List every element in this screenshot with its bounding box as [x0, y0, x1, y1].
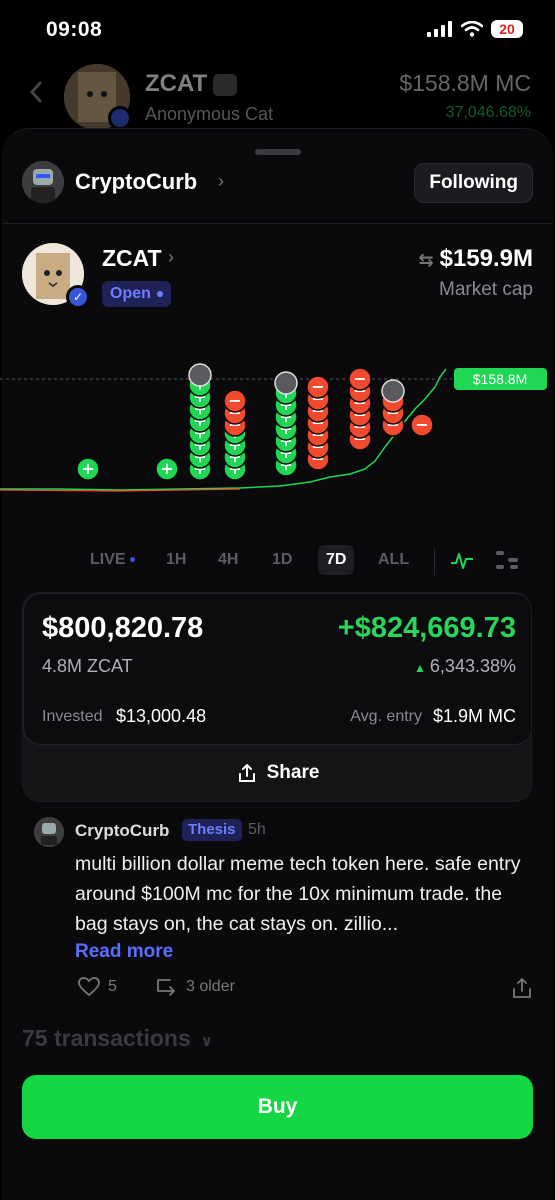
plus-icon: + — [160, 459, 173, 478]
thesis-author[interactable]: CryptoCurb — [75, 821, 169, 841]
market-cap-value: ⇆ $159.9M — [418, 245, 534, 272]
divider — [2, 223, 553, 224]
status-badge: Open — [102, 281, 171, 307]
like-count: 5 — [108, 978, 117, 995]
background-token-name: ZCAT — [145, 70, 238, 98]
verified-icon: ✓ — [66, 285, 90, 309]
trader-avatar-marker[interactable] — [274, 371, 298, 395]
timeframe-7d[interactable]: 7D — [318, 545, 355, 575]
minus-icon: − — [353, 369, 366, 388]
position-pnl: +$824,669.73 — [337, 612, 516, 644]
thesis-timestamp: 5h — [248, 821, 266, 838]
chevron-right-icon: › — [168, 247, 174, 267]
thesis-post: CryptoCurb Thesis 5h multi billion dolla… — [22, 815, 533, 1005]
token-name[interactable]: ZCAT — [102, 245, 162, 272]
trader-avatar-marker[interactable] — [381, 379, 405, 403]
background-token-subtitle: Anonymous Cat — [145, 104, 274, 124]
status-dot-icon — [156, 290, 163, 297]
position-value: $800,820.78 — [42, 612, 204, 644]
avg-entry-value: $1.9M MC — [432, 706, 516, 726]
creator-row[interactable]: CryptoCurb › Following — [22, 159, 533, 209]
swap-icon: ⇆ — [418, 250, 434, 270]
live-dot-icon — [129, 557, 135, 563]
thesis-author-avatar[interactable] — [34, 817, 64, 847]
minus-icon: − — [415, 415, 428, 434]
status-time: 09:08 — [46, 18, 103, 41]
thesis-actions: 5 3 older — [78, 977, 533, 1003]
read-more-link[interactable]: Read more — [75, 941, 173, 963]
up-triangle-icon: ▲ — [414, 661, 426, 675]
chevron-down-icon: ∨ — [200, 1033, 213, 1050]
minus-icon: − — [311, 377, 324, 396]
minus-icon: − — [228, 391, 241, 410]
position-sheet: CryptoCurb › Following ✓ ZCAT › Open ⇆ $1… — [0, 128, 555, 1200]
timeframe-1d[interactable]: 1D — [272, 545, 292, 575]
chevron-right-icon: › — [218, 171, 224, 191]
trader-avatar-marker[interactable] — [188, 363, 212, 387]
robot-avatar-icon — [34, 817, 64, 847]
token-row[interactable]: ✓ ZCAT › Open ⇆ $159.9M Market cap — [22, 241, 533, 311]
position-card: $800,820.78 +$824,669.73 4.8M ZCAT ▲ 6,34… — [22, 592, 532, 802]
share-icon — [238, 764, 255, 782]
history-icon — [157, 979, 175, 996]
background-change-pct: 37,046.68% — [445, 104, 531, 121]
invested-label: Invested — [42, 708, 103, 725]
position-summary: $800,820.78 +$824,669.73 4.8M ZCAT ▲ 6,34… — [23, 593, 531, 745]
trade-markers: ++++++++++++++−−−+++++++−−−−−−−−−−−−−−−−… — [76, 363, 434, 481]
market-cap-label: Market cap — [439, 279, 533, 300]
solana-icon — [213, 73, 238, 96]
invested-value: $13,000.48 — [116, 706, 207, 726]
timeframe-selector: LIVE 1H 4H 1D 7D ALL — [2, 539, 553, 579]
battery-indicator: 20 — [491, 20, 523, 38]
price-chart[interactable]: ++++++++++++++−−−+++++++−−−−−−−−−−−−−−−−… — [0, 329, 555, 509]
robot-avatar-icon — [22, 161, 64, 203]
timeframe-live[interactable]: LIVE — [90, 545, 135, 575]
older-posts-button[interactable]: 3 older — [156, 977, 235, 997]
share-label: Share — [266, 762, 320, 783]
following-button[interactable]: Following — [414, 163, 533, 203]
status-bar: 09:08 20 — [0, 0, 555, 58]
timeframe-all[interactable]: ALL — [378, 545, 409, 575]
thesis-text: multi billion dollar meme tech token her… — [75, 853, 521, 935]
thesis-badge: Thesis — [182, 819, 242, 841]
background-market-cap: $158.8M MC — [399, 70, 531, 96]
price-line — [0, 368, 447, 491]
buy-button[interactable]: Buy — [22, 1075, 533, 1139]
current-price-tag-label: $158.8M — [473, 371, 527, 387]
position-quantity: 4.8M ZCAT — [42, 656, 133, 676]
like-button[interactable]: 5 — [78, 977, 117, 997]
creator-avatar — [22, 161, 64, 203]
wifi-icon — [461, 21, 483, 37]
heart-icon — [78, 977, 100, 997]
avg-entry-label: Avg. entry — [350, 708, 422, 725]
older-count: 3 older — [186, 978, 235, 995]
timeframe-4h[interactable]: 4H — [218, 545, 238, 575]
sheet-grabber[interactable] — [255, 149, 301, 155]
candles-icon[interactable] — [494, 549, 520, 571]
transactions-toggle[interactable]: 75 transactions ∨ — [22, 1025, 213, 1052]
timeframe-1h[interactable]: 1H — [166, 545, 186, 575]
share-button[interactable]: Share — [23, 745, 531, 801]
plus-icon: + — [81, 459, 94, 478]
share-icon[interactable] — [511, 977, 533, 999]
status-icons: 20 — [427, 20, 523, 38]
background-token-header: ZCAT Anonymous Cat $158.8M MC 37,046.68% — [0, 58, 555, 136]
signal-icon — [427, 21, 452, 37]
line-chart-icon[interactable] — [450, 551, 474, 571]
verified-icon — [108, 106, 132, 130]
divider — [434, 549, 435, 575]
creator-name[interactable]: CryptoCurb — [75, 169, 197, 195]
back-chevron-icon[interactable] — [28, 80, 44, 104]
position-pnl-pct: ▲ 6,343.38% — [414, 656, 516, 676]
